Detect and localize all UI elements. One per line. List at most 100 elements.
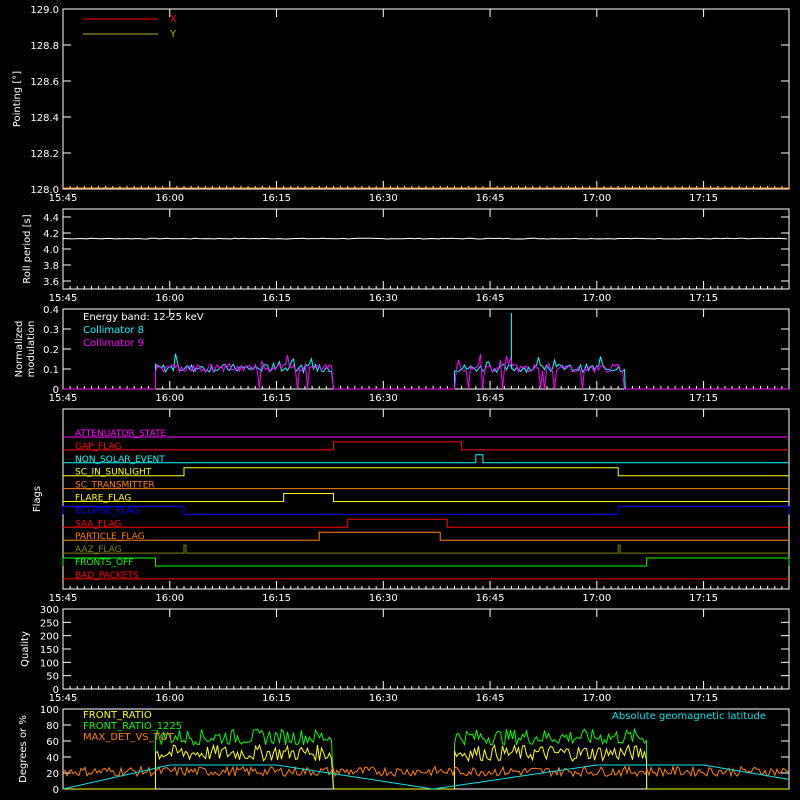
x-tick-label: 16:45 (476, 393, 505, 404)
flag-line-fronts-off (62, 557, 790, 567)
quality-yticks: 050100150200250300 (40, 605, 789, 696)
x-tick-label: 16:30 (369, 393, 398, 404)
legend-front-ratio: FRONT_RATIO (83, 710, 152, 721)
y-tick-label: 0.3 (43, 325, 59, 336)
ratio-line-max-det-vs-tot (62, 764, 790, 778)
x-tick-label: 16:00 (155, 593, 184, 604)
x-tick-label: 16:00 (155, 393, 184, 404)
x-tick-label: 16:30 (369, 293, 398, 304)
flag-line-non-solar-event (63, 454, 789, 464)
x-tick-label: 16:30 (369, 593, 398, 604)
flag-label: FRONTS_OFF (75, 558, 133, 568)
modulation-collimator-8-line (63, 353, 789, 390)
x-tick-label: 17:00 (582, 293, 611, 304)
ratio-line-absolute-geomagnetic-latitude (62, 764, 790, 790)
x-tick-label: 16:45 (476, 593, 505, 604)
flag-label: SAA_FLAG (75, 519, 121, 529)
roll-period-series (63, 237, 788, 240)
flag-label: ECLIPSE_FLAG (75, 506, 139, 516)
flag-label: AAZ_FLAG (75, 545, 122, 555)
x-tick-label: 17:15 (689, 193, 718, 204)
quality-xticks: 15:45 16:00 16:15 16:30 16:45 17:00 17:15 (49, 609, 790, 704)
x-tick-label: 15:45 (49, 593, 78, 604)
quality-frame (62, 608, 790, 690)
pointing-panel: Pointing [°] 128.0128.2128.4128.6128.812… (12, 5, 790, 204)
y-tick-label: 3.6 (43, 277, 59, 288)
x-tick-label: 17:00 (582, 193, 611, 204)
y-tick-label: 50 (46, 672, 59, 683)
modulation-panel: Normalized modulation 00.10.20.30.4 15:4… (14, 305, 790, 404)
flags-frame (62, 408, 790, 590)
x-tick-label: 16:45 (476, 293, 505, 304)
modulation-annotation: Energy band: 12-25 keV (83, 312, 204, 323)
stats-figure: Pointing [°] 128.0128.2128.4128.6128.812… (12, 5, 790, 796)
y-tick-label: 128.2 (30, 149, 59, 160)
flag-line-sc-in-sunlight (63, 467, 789, 477)
x-tick-label: 15:45 (49, 293, 78, 304)
roll-frame (62, 208, 790, 290)
y-tick-label: 0.2 (43, 345, 59, 356)
y-tick-label: 60 (46, 737, 59, 748)
x-tick-label: 16:30 (369, 193, 398, 204)
roll-yticks: 3.6 3.8 4.0 4.2 4.4 (43, 213, 789, 288)
y-tick-label: 4.2 (43, 229, 59, 240)
x-tick-label: 17:00 (582, 593, 611, 604)
x-tick-label: 16:45 (476, 193, 505, 204)
y-tick-label: 129.0 (30, 5, 59, 16)
x-tick-label: 16:15 (262, 193, 291, 204)
flag-line-flare-flag (63, 493, 789, 502)
flag-line-aaz-flag (63, 544, 789, 554)
flag-label: BAD_PACKETS (75, 571, 139, 581)
legend-collimator-8: Collimator 8 (83, 325, 144, 336)
quality-ylabel: Quality (20, 631, 31, 667)
y-tick-label: 100 (40, 705, 59, 716)
x-tick-label: 16:00 (155, 693, 184, 704)
legend-front-ratio-1225: FRONT_RATIO_1225 (83, 721, 182, 732)
x-tick-label: 16:15 (262, 593, 291, 604)
quality-panel: Quality 050100150200250300 15:45 16:00 16:… (20, 605, 790, 704)
flag-label: ATTENUATOR_STATE (75, 429, 167, 439)
geomag-latitude-annotation: Absolute geomagnetic latitude (612, 711, 766, 722)
y-tick-label: 0.1 (43, 365, 59, 376)
flag-label: PARTICLE_FLAG (75, 532, 145, 542)
y-tick-label: 300 (40, 605, 59, 616)
x-tick-label: 17:00 (582, 393, 611, 404)
x-tick-label: 16:30 (369, 693, 398, 704)
y-tick-label: 3.8 (43, 261, 59, 272)
y-tick-label: 250 (40, 618, 59, 629)
y-tick-label: 128.4 (30, 113, 59, 124)
y-tick-label: 4.0 (43, 245, 59, 256)
ratios-ylabel: Degrees or % (18, 715, 29, 783)
y-tick-label: 80 (46, 721, 59, 732)
x-tick-label: 16:15 (262, 393, 291, 404)
x-tick-label: 15:45 (49, 193, 78, 204)
flag-label: GAP_FLAG (75, 442, 121, 452)
x-tick-label: 15:45 (49, 693, 78, 704)
modulation-xticks: 15:45 16:00 16:15 16:30 16:45 17:00 17:15 (49, 309, 790, 404)
flag-line-particle-flag (63, 531, 789, 541)
flag-line-saa-flag (63, 518, 789, 528)
y-tick-label: 128.6 (30, 77, 59, 88)
flag-line-eclipse-flag (62, 505, 790, 515)
flag-label: NON_SOLAR_EVENT (75, 455, 165, 465)
legend-max-det-vs-tot: MAX_DET_VS_TOT (83, 732, 175, 743)
modulation-collimator-9-line (63, 353, 789, 390)
y-tick-label: 20 (46, 769, 59, 780)
ratio-line-front-ratio (63, 743, 789, 790)
x-tick-label: 15:45 (49, 393, 78, 404)
y-tick-label: 128.8 (30, 41, 59, 52)
y-tick-label: 40 (46, 753, 59, 764)
flag-series: ATTENUATOR_STATE GAP_FLAG NON_SOLAR_EVENT S… (62, 429, 790, 581)
x-tick-label: 16:45 (476, 693, 505, 704)
roll-xticks: 15:45 16:00 16:15 16:30 16:45 17:00 17:15 (49, 209, 790, 304)
x-tick-label: 16:00 (155, 193, 184, 204)
y-tick-label: 200 (40, 632, 59, 643)
legend-collimator-9: Collimator 9 (83, 338, 144, 349)
legend-y-label: Y (169, 29, 177, 40)
flags-panel: Flags 15:45 16:00 16:15 16:30 16:45 17:00 17:1… (32, 408, 790, 604)
modulation-ylabel-line1: Normalized (14, 321, 25, 378)
modulation-series (63, 313, 789, 390)
y-tick-label: 150 (40, 645, 59, 656)
flag-label: SC_TRANSMITTER (75, 481, 155, 491)
x-tick-label: 17:15 (689, 693, 718, 704)
